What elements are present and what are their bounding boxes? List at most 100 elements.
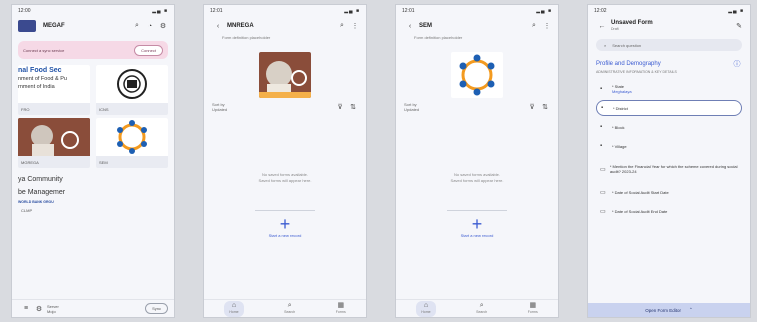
search-icon: ⌕ <box>287 301 292 309</box>
phone-sem-screen: 12:01 ▂▄ ■ ‹ SEM ⌕ ⋮ Form definition pla… <box>395 4 559 318</box>
card-label: FRO <box>21 107 30 112</box>
home-icon: ⌂ <box>231 301 237 309</box>
field-block[interactable]: ▪ * Block <box>596 119 742 135</box>
app-logo <box>18 20 36 32</box>
info-icon[interactable]: ⓘ <box>732 59 742 69</box>
search-icon: ⌕ <box>479 301 484 309</box>
settings-icon[interactable]: ⚙ <box>158 21 168 31</box>
field-value: 2023-24 <box>621 169 637 174</box>
back-arrow-icon[interactable]: ‹ <box>213 21 223 31</box>
field-audit-end-date[interactable]: ▭ * Date of Social Audit End Date <box>596 203 742 219</box>
bottom-nav: ⌂ Home ⌕ Search ▦ Forms <box>396 299 558 317</box>
card-line: nment of Food & Pu <box>18 76 67 82</box>
open-form-editor-button[interactable]: Open Form Editor ⌃ <box>588 303 750 317</box>
list-icon: ▪ <box>600 124 603 130</box>
home-icon: ⌂ <box>423 301 429 309</box>
plus-icon: + <box>471 214 483 234</box>
status-bar: 12:01 ▂▄ ■ <box>396 5 558 17</box>
project-grid: nal Food Sec nment of Food & Pu rnment o… <box>12 59 174 216</box>
project-card-clmp[interactable]: ya Community be Managemer WORLD BANK GRO… <box>18 171 90 216</box>
card-title-line: ya Community <box>18 176 63 183</box>
nav-forms[interactable]: ▦ Forms <box>336 302 346 316</box>
project-card-sem[interactable]: SEM <box>96 118 168 168</box>
back-arrow-icon[interactable]: ‹ <box>405 21 415 31</box>
nav-label: Forms <box>527 309 538 314</box>
nav-home[interactable]: ⌂ Home <box>224 300 244 317</box>
gandhi-image <box>18 118 90 156</box>
more-icon[interactable]: ⋮ <box>350 21 360 31</box>
more-icon[interactable]: ⋮ <box>542 21 552 31</box>
nav-forms[interactable]: ▦ Forms <box>528 302 538 316</box>
phone-home-screen: 12:00 ▂▄ ■ MEGAF ⌕ ◔ ⚙ Connect a sync se… <box>11 4 175 318</box>
field-village[interactable]: ▪ * Village <box>596 138 742 154</box>
section-subtitle: ADMINISTRATIVE INFORMATION & KEY DETAILS <box>596 70 677 74</box>
settings-icon[interactable]: ⚙ <box>34 304 44 314</box>
create-label: Start a new record <box>268 233 302 238</box>
create-record-button[interactable]: + Start a new record <box>255 210 315 240</box>
field-state[interactable]: ▪ * State Meghalaya <box>596 81 742 97</box>
phone-form-screen: 12:02 ▂▄ ■ ← Unsaved Form Draft ✎ ⌕ Searc… <box>587 4 751 318</box>
calendar-icon: ▭ <box>600 166 606 173</box>
nav-home[interactable]: ⌂ Home <box>416 300 436 317</box>
status-icons: ▂▄ ■ <box>152 8 168 14</box>
connect-button[interactable]: Connect <box>134 44 163 56</box>
status-icons: ▂▄ ■ <box>728 8 744 14</box>
form-title: Unsaved Form Draft <box>611 20 731 32</box>
status-time: 12:00 <box>18 8 31 14</box>
sort-label[interactable]: Sort by Updated <box>404 102 524 112</box>
phone-mnrega-screen: 12:01 ▂▄ ■ ‹ MNREGA ⌕ ⋮ Form definition … <box>203 4 367 318</box>
empty-hint: Saved forms will appear here. <box>450 178 504 183</box>
search-icon[interactable]: ⌕ <box>132 21 142 31</box>
bottom-bar: ≡ ⚙ Server Mojo Sync <box>12 299 174 317</box>
calendar-icon: ▭ <box>600 189 606 196</box>
project-card-mgrega[interactable]: MGREGA <box>18 118 90 168</box>
project-card-fro[interactable]: nal Food Sec nment of Food & Pu rnment o… <box>18 65 90 115</box>
project-card-icns[interactable]: ICNS <box>96 65 168 115</box>
app-bar: ‹ SEM ⌕ ⋮ <box>396 17 558 35</box>
nav-search[interactable]: ⌕ Search <box>284 302 295 316</box>
app-title: MEGAF <box>43 23 65 29</box>
create-record-button[interactable]: + Start a new record <box>447 210 507 240</box>
filter-icon[interactable]: ⊽ <box>527 102 537 112</box>
list-icon: ▪ <box>600 143 603 149</box>
card-label: SEM <box>99 160 108 165</box>
section-header[interactable]: Profile and Demography ⓘ <box>588 55 750 69</box>
notification-icon[interactable]: ◔ <box>145 21 155 31</box>
filter-icon[interactable]: ⊽ <box>335 102 345 112</box>
status-time: 12:02 <box>594 8 607 14</box>
nav-search[interactable]: ⌕ Search <box>476 302 487 316</box>
sort-icon[interactable]: ⇅ <box>348 102 358 112</box>
field-audit-start-date[interactable]: ▭ * Date of Social Audit Start Date <box>596 184 742 200</box>
field-label: * District <box>613 105 628 111</box>
edit-icon[interactable]: ✎ <box>734 21 744 31</box>
nav-label: Home <box>421 309 431 314</box>
search-icon[interactable]: ⌕ <box>337 21 347 31</box>
card-line: rnment of India <box>18 84 55 90</box>
nav-label: Search <box>284 309 296 314</box>
grid-icon: ▦ <box>529 301 537 309</box>
plus-icon: + <box>279 214 291 234</box>
nav-label: Search <box>476 309 488 314</box>
search-input[interactable]: ⌕ Search question <box>596 39 742 51</box>
card-line: nal Food Sec <box>18 67 62 74</box>
community-hero-image <box>451 52 503 98</box>
back-arrow-icon[interactable]: ← <box>597 21 607 31</box>
field-label: * Block <box>612 124 625 130</box>
sort-icon[interactable]: ⇅ <box>540 102 550 112</box>
section-title: Profile and Demography <box>596 61 661 67</box>
search-icon[interactable]: ⌕ <box>529 21 539 31</box>
search-icon: ⌕ <box>604 42 607 48</box>
list-icon[interactable]: ≡ <box>21 304 31 314</box>
grid-icon: ▦ <box>337 301 345 309</box>
list-icon: ▪ <box>600 86 603 92</box>
field-label: * Date of Social Audit Start Date <box>612 189 669 195</box>
status-time: 12:01 <box>402 8 415 14</box>
nav-label: Forms <box>335 309 346 314</box>
sync-button[interactable]: Sync <box>145 303 168 314</box>
sort-label[interactable]: Sort by Updated <box>212 102 332 112</box>
screen-subtitle: Form definition placeholder <box>414 35 463 40</box>
field-district[interactable]: ▪ * District <box>596 100 742 116</box>
app-bar: ‹ MNREGA ⌕ ⋮ <box>204 17 366 35</box>
field-label: * Date of Social Audit End Date <box>612 208 668 214</box>
field-financial-year[interactable]: ▭ * Mention the Financial Year for which… <box>596 157 742 181</box>
